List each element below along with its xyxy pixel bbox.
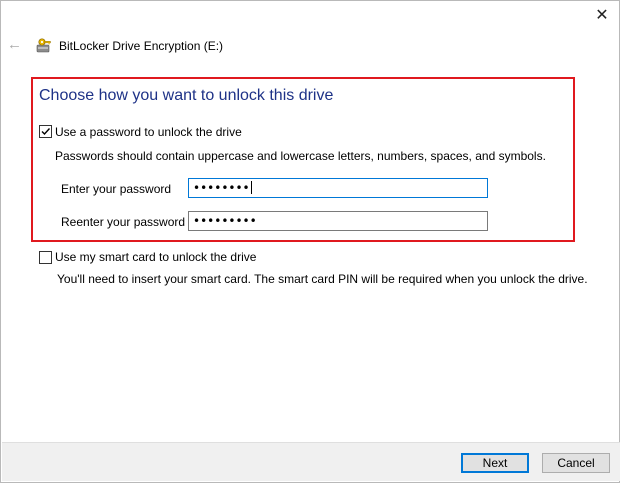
close-button[interactable]: ✕ [587,1,617,29]
close-icon: ✕ [595,7,609,24]
enter-password-value: •••••••• [193,181,250,195]
next-button[interactable]: Next [461,453,529,473]
password-checkbox[interactable] [39,125,52,138]
text-caret [250,181,252,194]
window-title: BitLocker Drive Encryption (E:) [59,39,224,53]
password-description: Passwords should contain uppercase and l… [55,149,546,163]
reenter-password-label: Reenter your password [61,215,186,229]
checkmark-icon [41,128,51,136]
page-heading: Choose how you want to unlock this drive [39,87,334,104]
reenter-password-value: ••••••••• [193,214,257,228]
password-option-label[interactable]: Use a password to unlock the drive [55,125,242,139]
bitlocker-dialog: ✕ ← BitLocker Drive Encryption (E:) Choo… [0,0,620,483]
dialog-footer: Next Cancel [2,442,620,481]
cancel-button[interactable]: Cancel [542,453,610,473]
enter-password-field[interactable]: •••••••• [188,178,488,198]
smartcard-checkbox[interactable] [39,251,52,264]
reenter-password-field[interactable]: ••••••••• [188,211,488,231]
back-arrow-icon[interactable]: ← [7,37,25,53]
smartcard-option-label[interactable]: Use my smart card to unlock the drive [55,250,256,264]
smartcard-description: You'll need to insert your smart card. T… [57,272,588,286]
enter-password-label: Enter your password [61,182,172,196]
bitlocker-key-drive-icon [36,37,52,53]
